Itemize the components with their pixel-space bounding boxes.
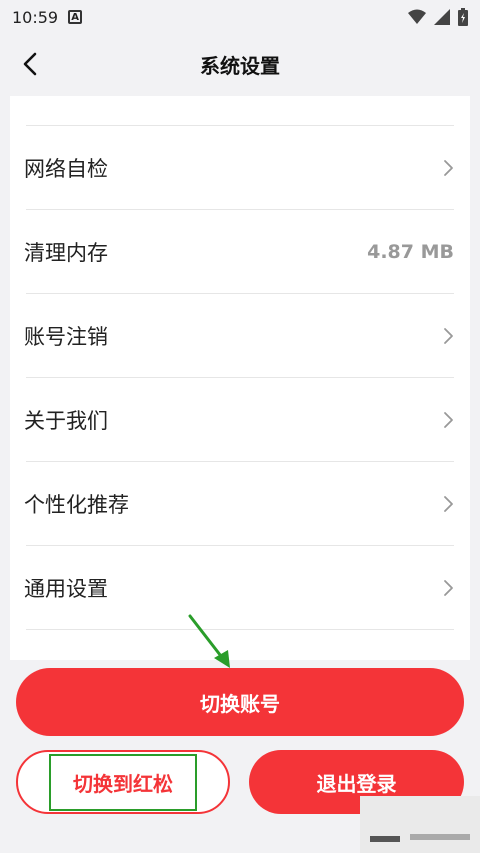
settings-item-personalized-recommend[interactable]: 个性化推荐 <box>10 462 470 546</box>
settings-item-clear-cache[interactable]: 清理内存 4.87 MB <box>10 210 470 294</box>
settings-item-label: 通用设置 <box>24 577 108 601</box>
chevron-left-icon <box>23 52 37 76</box>
settings-item-about-us[interactable]: 关于我们 <box>10 378 470 462</box>
chevron-right-icon <box>444 580 453 596</box>
settings-item-label: 关于我们 <box>24 409 108 433</box>
battery-icon <box>458 8 468 26</box>
page-title: 系统设置 <box>200 53 280 78</box>
divider <box>26 629 454 630</box>
signal-icon <box>434 9 450 25</box>
switch-to-hongsong-label: 切换到红松 <box>49 753 197 811</box>
notification-icon: A <box>68 10 83 24</box>
chevron-right-icon <box>444 412 453 428</box>
wifi-icon <box>408 9 426 24</box>
watermark-logo <box>360 796 480 853</box>
switch-to-hongsong-button[interactable]: 切换到红松 <box>16 750 230 814</box>
settings-item-label: 个性化推荐 <box>24 493 129 517</box>
status-time: 10:59 <box>12 7 59 27</box>
settings-item-label: 账号注销 <box>24 325 108 349</box>
switch-account-button[interactable]: 切换账号 <box>16 668 464 736</box>
chevron-right-icon <box>444 328 453 344</box>
settings-item-label: 清理内存 <box>24 241 108 265</box>
settings-list: 网络自检 清理内存 4.87 MB 账号注销 关于我们 个性化推荐 通用设置 <box>10 96 470 660</box>
chevron-right-icon <box>444 160 453 176</box>
settings-item-account-cancel[interactable]: 账号注销 <box>10 294 470 378</box>
settings-item-general-settings[interactable]: 通用设置 <box>10 546 470 630</box>
cache-size-value: 4.87 MB <box>367 241 454 263</box>
settings-item-network-check[interactable]: 网络自检 <box>10 126 470 210</box>
status-bar: 10:59 A <box>0 0 480 34</box>
chevron-right-icon <box>444 496 453 512</box>
settings-item-label: 网络自检 <box>24 157 108 181</box>
header-bar: 系统设置 <box>0 34 480 94</box>
back-button[interactable] <box>14 48 46 80</box>
annotation-arrow-icon <box>188 614 230 668</box>
